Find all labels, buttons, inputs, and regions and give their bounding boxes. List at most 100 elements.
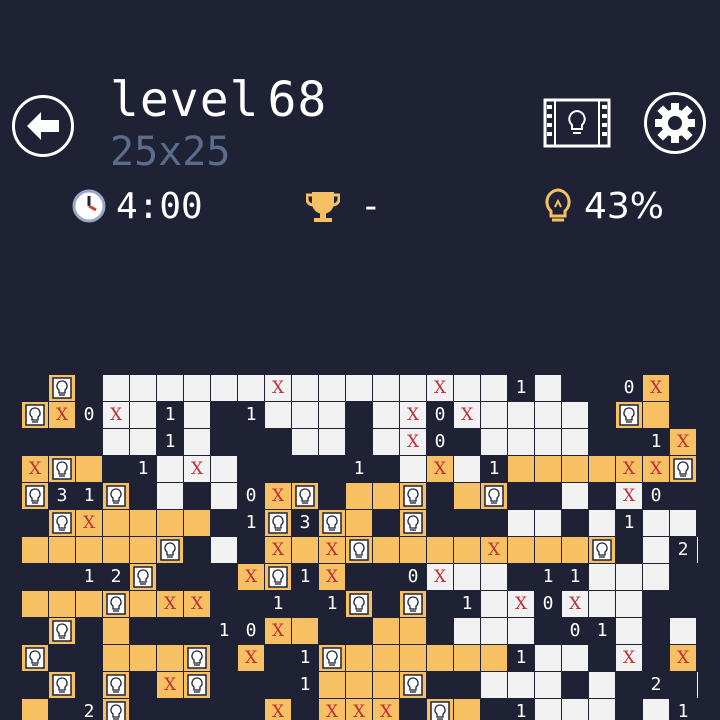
empty-cell[interactable] — [481, 429, 507, 455]
empty-cell[interactable] — [184, 429, 210, 455]
empty-cell[interactable] — [157, 456, 183, 482]
empty-cell[interactable] — [292, 402, 318, 428]
empty-cell[interactable] — [562, 645, 588, 671]
cross-cell[interactable]: X — [616, 483, 642, 509]
lit-cell[interactable] — [346, 510, 372, 536]
cross-cell-lit[interactable]: X — [670, 429, 696, 455]
empty-cell[interactable] — [643, 564, 669, 590]
empty-cell[interactable] — [643, 699, 669, 720]
lit-cell[interactable] — [427, 645, 453, 671]
lit-cell[interactable] — [130, 537, 156, 563]
bulb-cell[interactable] — [292, 483, 318, 509]
puzzle-board[interactable]: XX10XX0X11X0X1X01XX1X1X1XX310XX0X131XXX2… — [22, 374, 698, 720]
cross-cell[interactable]: X — [103, 402, 129, 428]
lit-cell[interactable] — [22, 537, 48, 563]
cross-cell-lit[interactable]: X — [265, 618, 291, 644]
bulb-cell[interactable] — [22, 645, 48, 671]
lit-cell[interactable] — [589, 456, 615, 482]
bulb-cell[interactable] — [346, 591, 372, 617]
empty-cell[interactable] — [103, 375, 129, 401]
empty-cell[interactable] — [535, 402, 561, 428]
bulb-cell[interactable] — [49, 375, 75, 401]
lit-cell[interactable] — [373, 537, 399, 563]
empty-cell[interactable] — [562, 429, 588, 455]
empty-cell[interactable] — [589, 510, 615, 536]
empty-cell[interactable] — [319, 429, 345, 455]
lit-cell[interactable] — [508, 537, 534, 563]
cross-cell-lit[interactable]: X — [265, 483, 291, 509]
cross-cell-lit[interactable]: X — [616, 456, 642, 482]
bulb-cell[interactable] — [319, 510, 345, 536]
empty-cell[interactable] — [589, 672, 615, 698]
empty-cell[interactable] — [319, 402, 345, 428]
bulb-cell[interactable] — [103, 483, 129, 509]
empty-cell[interactable] — [535, 672, 561, 698]
lit-cell[interactable] — [76, 591, 102, 617]
lit-cell[interactable] — [130, 510, 156, 536]
cross-cell-lit[interactable]: X — [319, 699, 345, 720]
bulb-cell[interactable] — [319, 645, 345, 671]
lit-cell[interactable] — [454, 645, 480, 671]
empty-cell[interactable] — [508, 429, 534, 455]
bulb-cell[interactable] — [589, 537, 615, 563]
bulb-cell[interactable] — [22, 483, 48, 509]
lit-cell[interactable] — [535, 537, 561, 563]
empty-cell[interactable] — [562, 483, 588, 509]
cross-cell[interactable]: X — [427, 375, 453, 401]
lit-cell[interactable] — [400, 645, 426, 671]
empty-cell[interactable] — [643, 537, 669, 563]
empty-cell[interactable] — [292, 375, 318, 401]
empty-cell[interactable] — [211, 375, 237, 401]
cross-cell-lit[interactable]: X — [319, 564, 345, 590]
bulb-cell[interactable] — [103, 699, 129, 720]
lit-cell[interactable] — [400, 618, 426, 644]
lit-cell[interactable] — [103, 618, 129, 644]
cross-cell-lit[interactable]: X — [265, 537, 291, 563]
empty-cell[interactable] — [697, 672, 698, 698]
empty-cell[interactable] — [562, 402, 588, 428]
bulb-cell[interactable] — [400, 591, 426, 617]
empty-cell[interactable] — [454, 456, 480, 482]
cross-cell[interactable]: X — [454, 402, 480, 428]
cross-cell[interactable]: X — [616, 645, 642, 671]
empty-cell[interactable] — [616, 564, 642, 590]
lit-cell[interactable] — [373, 618, 399, 644]
bulb-cell[interactable] — [49, 456, 75, 482]
cross-cell-lit[interactable]: X — [643, 456, 669, 482]
lit-cell[interactable] — [454, 537, 480, 563]
lit-cell[interactable] — [49, 591, 75, 617]
empty-cell[interactable] — [400, 456, 426, 482]
empty-cell[interactable] — [481, 375, 507, 401]
empty-cell[interactable] — [697, 537, 698, 563]
lit-cell[interactable] — [346, 483, 372, 509]
lit-cell[interactable] — [508, 456, 534, 482]
bulb-cell[interactable] — [49, 510, 75, 536]
empty-cell[interactable] — [481, 402, 507, 428]
lit-cell[interactable] — [22, 699, 48, 720]
empty-cell[interactable] — [670, 618, 696, 644]
empty-cell[interactable] — [535, 510, 561, 536]
lit-cell[interactable] — [103, 645, 129, 671]
empty-cell[interactable] — [346, 375, 372, 401]
lit-cell[interactable] — [481, 645, 507, 671]
cross-cell-lit[interactable]: X — [49, 402, 75, 428]
empty-cell[interactable] — [103, 429, 129, 455]
empty-cell[interactable] — [535, 645, 561, 671]
bulb-cell[interactable] — [184, 645, 210, 671]
bulb-cell[interactable] — [670, 456, 696, 482]
cross-cell-lit[interactable]: X — [670, 645, 696, 671]
bulb-cell[interactable] — [265, 510, 291, 536]
video-hint-button[interactable] — [543, 98, 611, 148]
lit-cell[interactable] — [22, 591, 48, 617]
empty-cell[interactable] — [454, 564, 480, 590]
empty-cell[interactable] — [481, 564, 507, 590]
lit-cell[interactable] — [319, 672, 345, 698]
bulb-cell[interactable] — [184, 672, 210, 698]
bulb-cell[interactable] — [427, 699, 453, 720]
bulb-cell[interactable] — [400, 672, 426, 698]
empty-cell[interactable] — [535, 429, 561, 455]
empty-cell[interactable] — [400, 375, 426, 401]
lit-cell[interactable] — [292, 618, 318, 644]
empty-cell[interactable] — [454, 375, 480, 401]
empty-cell[interactable] — [589, 564, 615, 590]
